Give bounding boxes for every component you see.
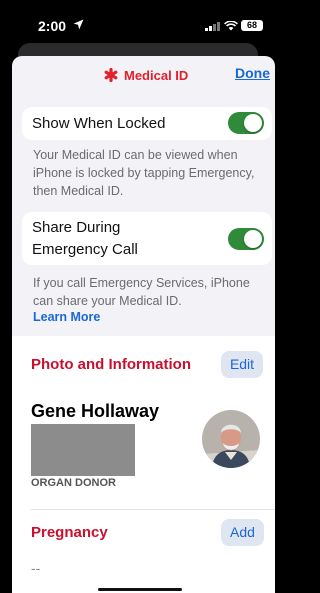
show-when-locked-toggle[interactable] (228, 112, 264, 134)
share-during-call-row: Share During Emergency Call (22, 212, 272, 265)
pregnancy-value: -- (31, 560, 41, 576)
status-bar: 2:00 68 (0, 0, 275, 44)
medical-id-sheet: Medical ID Done Show When Locked Your Me… (12, 56, 275, 593)
person-photo (202, 410, 260, 468)
page-title: Medical ID (124, 67, 189, 83)
add-pregnancy-button[interactable]: Add (221, 519, 264, 546)
nav-bar: Medical ID Done (12, 56, 275, 92)
asterisk-icon (104, 68, 118, 82)
share-during-call-label-line2: Emergency Call (32, 241, 138, 258)
share-during-call-label-line1: Share During (32, 219, 121, 236)
learn-more-link[interactable]: Learn More (33, 310, 100, 324)
section-divider (31, 509, 275, 510)
pregnancy-title: Pregnancy (31, 524, 108, 541)
photo-info-title: Photo and Information (31, 356, 191, 373)
location-arrow-icon (73, 19, 84, 30)
organ-donor-label: ORGAN DONOR (31, 477, 116, 489)
show-when-locked-row: Show When Locked (22, 107, 272, 140)
status-time: 2:00 (38, 18, 67, 34)
edit-button[interactable]: Edit (221, 351, 263, 378)
done-button[interactable]: Done (235, 65, 270, 81)
locked-note: Your Medical ID can be viewed when iPhon… (33, 148, 255, 198)
battery-icon: 68 (241, 20, 263, 31)
battery-level: 68 (246, 20, 257, 30)
redacted-details (31, 424, 135, 476)
share-note: If you call Emergency Services, iPhone c… (33, 276, 250, 308)
share-during-call-toggle[interactable] (228, 228, 264, 250)
home-indicator (98, 588, 182, 591)
signal-icon (205, 22, 220, 31)
avatar[interactable] (202, 410, 260, 468)
wifi-icon (224, 21, 238, 31)
toggle-knob (244, 114, 262, 132)
show-when-locked-label: Show When Locked (32, 115, 166, 132)
person-name: Gene Hollaway (31, 401, 160, 421)
info-section: Photo and Information Edit Gene Hollaway… (12, 336, 275, 593)
toggle-knob (244, 230, 262, 248)
nav-title-group: Medical ID (104, 66, 188, 84)
